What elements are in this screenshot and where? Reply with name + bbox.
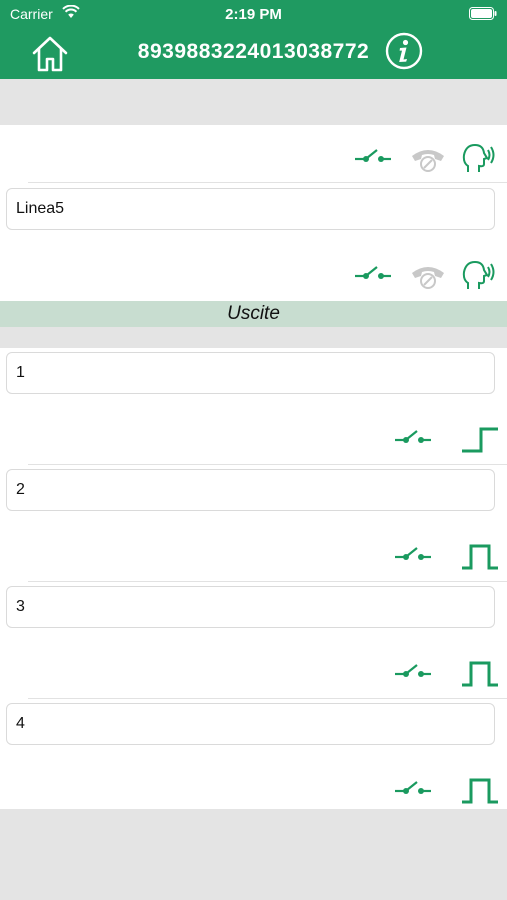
relay-switch-icon[interactable] [355, 148, 391, 168]
speaking-head-icon[interactable] [462, 259, 498, 291]
line-name-field[interactable]: Linea5 [6, 188, 495, 230]
relay-switch-icon[interactable] [395, 429, 431, 449]
relay-switch-icon[interactable] [395, 546, 431, 566]
row-separator [28, 581, 507, 582]
device-id-title: 89398832240130387​72 [137, 40, 370, 63]
step-signal-icon[interactable] [461, 426, 499, 454]
pulse-signal-icon[interactable] [461, 543, 499, 571]
status-bar: Carrier 2:19 PM [0, 0, 507, 28]
top-spacer [0, 79, 507, 125]
line-action-row [0, 130, 507, 186]
bottom-spacer [0, 809, 507, 900]
app-header: Carrier 2:19 PM 89398832240130387​72 [0, 0, 507, 79]
navigation-bar: 89398832240130387​72 [0, 28, 507, 79]
relay-switch-icon[interactable] [355, 265, 391, 285]
phone-hangup-icon[interactable] [409, 146, 447, 172]
output-1-action-row [0, 412, 507, 468]
phone-hangup-icon[interactable] [409, 263, 447, 289]
pulse-signal-icon[interactable] [461, 660, 499, 688]
output-4-action-row [0, 763, 507, 819]
row-separator [28, 182, 507, 183]
pulse-signal-icon[interactable] [461, 777, 499, 805]
output-3-action-row [0, 646, 507, 702]
output-1-field[interactable]: 1 [6, 352, 495, 394]
outputs-spacer [0, 327, 507, 348]
battery-icon [469, 7, 497, 20]
output-2-field[interactable]: 2 [6, 469, 495, 511]
row-separator [28, 464, 507, 465]
relay-switch-icon[interactable] [395, 780, 431, 800]
section-header-outputs: Uscite [0, 301, 507, 327]
output-2-action-row [0, 529, 507, 585]
output-4-field[interactable]: 4 [6, 703, 495, 745]
status-time: 2:19 PM [225, 6, 282, 23]
output-3-field[interactable]: 3 [6, 586, 495, 628]
row-separator [28, 698, 507, 699]
line-action-row-2 [0, 247, 507, 303]
info-icon[interactable] [385, 32, 423, 70]
speaking-head-icon[interactable] [462, 142, 498, 174]
relay-switch-icon[interactable] [395, 663, 431, 683]
